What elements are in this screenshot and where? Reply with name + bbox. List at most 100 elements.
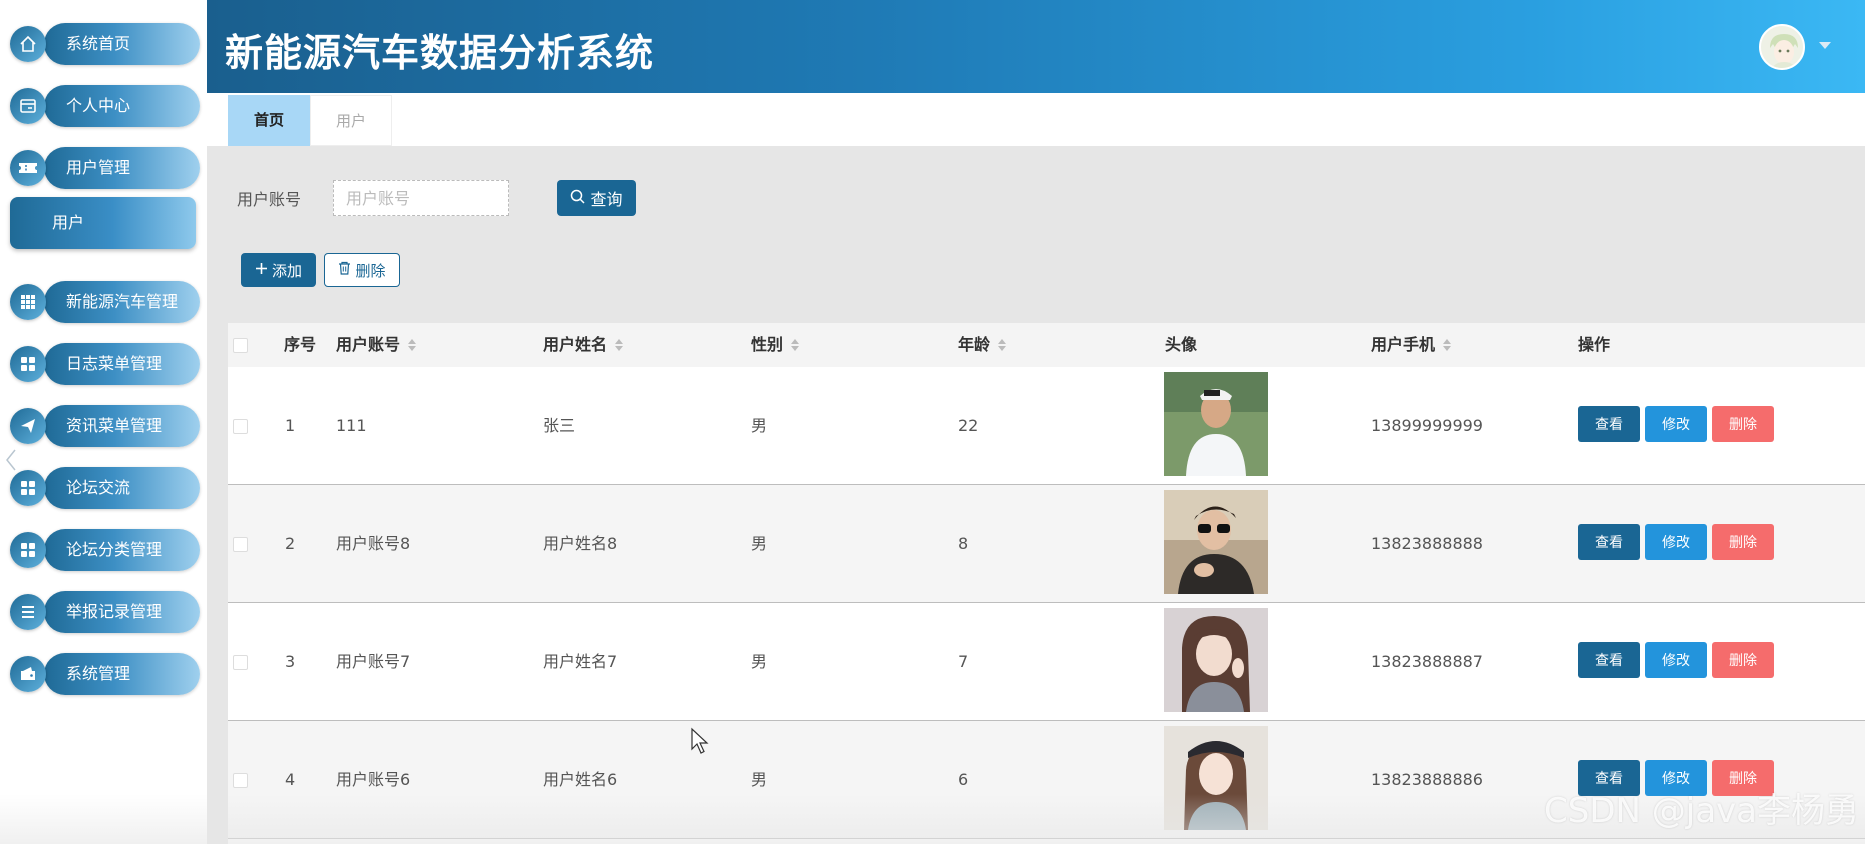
search-button-label: 查询 bbox=[590, 190, 623, 209]
view-button[interactable]: 查看 bbox=[1578, 406, 1640, 442]
avatar[interactable] bbox=[1759, 24, 1805, 70]
cell-gender: 男 bbox=[751, 534, 768, 553]
plus-icon bbox=[255, 261, 268, 279]
sidebar-item-label: 举报记录管理 bbox=[44, 591, 200, 633]
watermark: CSDN @java李杨勇 bbox=[1544, 791, 1859, 831]
select-all-checkbox[interactable] bbox=[233, 338, 248, 353]
sidebar-item-ev-management[interactable]: 新能源汽车管理 bbox=[10, 279, 200, 325]
column-header-sortable[interactable]: 用户账号 bbox=[336, 323, 417, 367]
column-header-sortable[interactable]: 用户手机 bbox=[1371, 323, 1452, 367]
table-row: 2 用户账号8 用户姓名8 男 8 13823888888 查看 修改 删除 bbox=[228, 485, 1865, 603]
chevron-down-icon[interactable] bbox=[1819, 42, 1831, 49]
cell-index: 2 bbox=[285, 534, 296, 553]
cell-account: 用户账号8 bbox=[336, 534, 411, 553]
sidebar-item-label: 系统首页 bbox=[44, 23, 200, 65]
sidebar-item-system[interactable]: 系统管理 bbox=[10, 651, 200, 697]
add-button[interactable]: 添加 bbox=[241, 253, 316, 287]
sidebar-item-news-menu[interactable]: 资讯菜单管理 bbox=[10, 403, 200, 449]
cell-phone: 13823888886 bbox=[1371, 770, 1483, 789]
column-header-sortable[interactable]: 性别 bbox=[751, 323, 800, 367]
row-checkbox[interactable] bbox=[233, 419, 248, 434]
edit-button[interactable]: 修改 bbox=[1645, 406, 1707, 442]
wallet-icon bbox=[10, 656, 46, 692]
column-header: 操作 bbox=[1578, 335, 1611, 354]
cell-index: 4 bbox=[285, 770, 296, 789]
cell-account: 用户账号6 bbox=[336, 770, 411, 789]
list-icon bbox=[10, 594, 46, 630]
user-avatar-image bbox=[1164, 372, 1268, 476]
table-row: 1 111 张三 男 22 13899999999 查看 修改 删除 bbox=[228, 367, 1865, 485]
search-icon bbox=[570, 189, 586, 208]
add-button-label: 添加 bbox=[271, 261, 302, 280]
row-checkbox[interactable] bbox=[233, 773, 248, 788]
cell-age: 8 bbox=[958, 534, 969, 553]
sort-icon bbox=[1443, 339, 1452, 351]
edit-button[interactable]: 修改 bbox=[1645, 642, 1707, 678]
cell-account: 111 bbox=[336, 416, 367, 435]
column-header-sortable[interactable]: 用户姓名 bbox=[543, 323, 624, 367]
sidebar-item-profile[interactable]: 个人中心 bbox=[10, 83, 200, 129]
batch-delete-button[interactable]: 删除 bbox=[324, 253, 400, 287]
cell-phone: 13823888887 bbox=[1371, 652, 1483, 671]
grid-icon bbox=[10, 284, 46, 320]
search-button[interactable]: 查询 bbox=[557, 180, 636, 216]
cell-gender: 男 bbox=[751, 416, 768, 435]
sidebar-item-label: 用户管理 bbox=[44, 147, 200, 189]
sidebar-item-forum[interactable]: 论坛交流 bbox=[10, 465, 200, 511]
edit-button[interactable]: 修改 bbox=[1645, 524, 1707, 560]
cell-age: 6 bbox=[958, 770, 969, 789]
cell-name: 用户姓名7 bbox=[543, 652, 618, 671]
sidebar-item-forum-category[interactable]: 论坛分类管理 bbox=[10, 527, 200, 573]
delete-button[interactable]: 删除 bbox=[1712, 642, 1774, 678]
cell-phone: 13899999999 bbox=[1371, 416, 1483, 435]
tiles-icon bbox=[10, 346, 46, 382]
app-title: 新能源汽车数据分析系统 bbox=[225, 31, 655, 75]
sidebar-item-label: 个人中心 bbox=[44, 85, 200, 127]
view-button[interactable]: 查看 bbox=[1578, 642, 1640, 678]
sidebar-item-label: 新能源汽车管理 bbox=[44, 281, 200, 323]
sidebar-item-label: 日志菜单管理 bbox=[44, 343, 200, 385]
sidebar-item-label: 系统管理 bbox=[44, 653, 200, 695]
mouse-cursor-icon bbox=[690, 727, 710, 759]
sort-icon bbox=[615, 339, 624, 351]
column-header: 序号 bbox=[284, 335, 317, 354]
user-avatar-image bbox=[1164, 608, 1268, 712]
user-table: 序号 用户账号 用户姓名 性别 年龄 头像 用户手机 操作 1 111 张三 男… bbox=[228, 323, 1865, 844]
sidebar-item-label: 论坛分类管理 bbox=[44, 529, 200, 571]
table-header: 序号 用户账号 用户姓名 性别 年龄 头像 用户手机 操作 bbox=[228, 323, 1865, 367]
collapse-sidebar-icon[interactable] bbox=[4, 448, 18, 472]
user-avatar-image bbox=[1164, 490, 1268, 594]
delete-button[interactable]: 删除 bbox=[1712, 524, 1774, 560]
top-header: 新能源汽车数据分析系统 bbox=[207, 0, 1865, 93]
sidebar-item-user-management[interactable]: 用户管理 bbox=[10, 145, 200, 191]
cell-phone: 13823888888 bbox=[1371, 534, 1483, 553]
sidebar-item-report-records[interactable]: 举报记录管理 bbox=[10, 589, 200, 635]
tiles-icon bbox=[10, 470, 46, 506]
delete-button[interactable]: 删除 bbox=[1712, 406, 1774, 442]
cell-gender: 男 bbox=[751, 770, 768, 789]
ticket-icon bbox=[10, 150, 46, 186]
profile-card-icon bbox=[10, 88, 46, 124]
cell-index: 1 bbox=[285, 416, 296, 435]
sort-icon bbox=[791, 339, 800, 351]
row-checkbox[interactable] bbox=[233, 655, 248, 670]
tab-user[interactable]: 用户 bbox=[310, 95, 392, 146]
tab-home[interactable]: 首页 bbox=[228, 95, 310, 146]
search-input[interactable] bbox=[333, 180, 509, 216]
row-checkbox[interactable] bbox=[233, 537, 248, 552]
column-header-sortable[interactable]: 年龄 bbox=[958, 323, 1007, 367]
cell-age: 7 bbox=[958, 652, 969, 671]
sidebar-subitem-user[interactable]: 用户 bbox=[10, 197, 196, 249]
search-label: 用户账号 bbox=[237, 190, 302, 209]
table-row: 3 用户账号7 用户姓名7 男 7 13823888887 查看 修改 删除 bbox=[228, 603, 1865, 721]
cell-index: 3 bbox=[285, 652, 296, 671]
user-avatar-image bbox=[1164, 726, 1268, 830]
sidebar-item-log-menu[interactable]: 日志菜单管理 bbox=[10, 341, 200, 387]
cell-gender: 男 bbox=[751, 652, 768, 671]
sidebar-item-home[interactable]: 系统首页 bbox=[10, 21, 200, 67]
cell-name: 张三 bbox=[543, 416, 576, 435]
column-header: 头像 bbox=[1165, 335, 1198, 354]
sort-icon bbox=[408, 339, 417, 351]
view-button[interactable]: 查看 bbox=[1578, 524, 1640, 560]
tab-bar: 首页 用户 bbox=[207, 93, 1865, 146]
